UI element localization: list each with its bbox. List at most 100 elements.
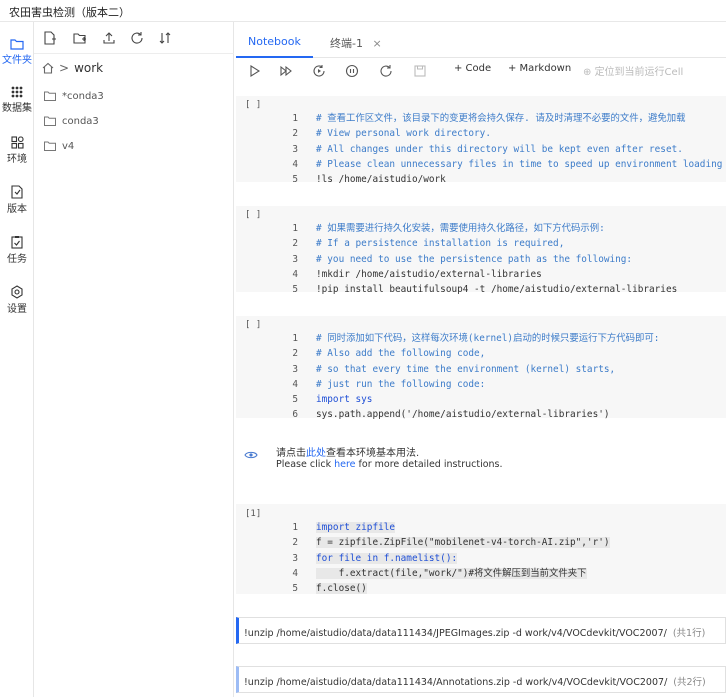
close-icon[interactable]: ×: [372, 37, 381, 50]
save-icon[interactable]: [413, 64, 427, 78]
environment-icon: [10, 136, 24, 149]
nav-label: 文件夹: [2, 55, 32, 66]
nav-label: 数据集: [2, 103, 32, 114]
collapsed-cell[interactable]: !unzip /home/aistudio/data/data111434/An…: [236, 666, 726, 693]
locate-running-cell-button[interactable]: ⊕ 定位到当前运行Cell: [583, 63, 683, 78]
new-folder-icon[interactable]: [73, 31, 87, 45]
code-text: f.extract(file,"work/")#将文件解压到当前文件夹下: [316, 567, 587, 579]
code-line: 3 # All changes under this directory will…: [292, 143, 683, 155]
add-markdown-button[interactable]: + Markdown: [508, 63, 571, 74]
sort-icon[interactable]: [158, 31, 172, 45]
settings-icon: [11, 285, 23, 299]
code-text: !pip install beautifulsoup4 -t /home/ais…: [316, 284, 678, 296]
code-editor[interactable]: 1 # 如果需要进行持久化安装，需要使用持久化路径，如下方代码示例: 2 # If a…: [276, 206, 677, 328]
breadcrumb[interactable]: > work: [42, 58, 103, 78]
nav-version[interactable]: 版本: [0, 177, 34, 223]
code-text: # 查看工作区文件，该目录下的变更将会持久保存. 请及时清理不必要的文件，避免加…: [316, 113, 686, 125]
nav-folder[interactable]: 文件夹: [0, 30, 34, 76]
code-line: 4 !mkdir /home/aistudio/external-librarie…: [292, 268, 542, 280]
locate-label: 定位到当前运行Cell: [594, 67, 684, 78]
file-item-label: conda3: [62, 115, 99, 127]
version-icon: [11, 185, 23, 199]
new-file-icon[interactable]: [43, 31, 57, 45]
code-editor[interactable]: 1 import zipfile 2 f = zipfile.ZipFile("mob…: [276, 505, 610, 627]
run-all-icon[interactable]: [279, 64, 293, 78]
refresh-icon[interactable]: [130, 31, 144, 45]
home-icon[interactable]: [42, 62, 54, 74]
code-line: 4 f.extract(file,"work/")#将文件解压到当前文件夹下: [292, 567, 587, 579]
code-text: import sys: [316, 394, 373, 406]
code-text: # Please clean unnecessary files in time…: [316, 158, 723, 170]
code-cell[interactable]: [ ] 1 # 如果需要进行持久化安装，需要使用持久化路径，如下方代码示例: 2 # …: [236, 206, 726, 295]
breadcrumb-current[interactable]: work: [74, 61, 103, 75]
tab-label: Notebook: [248, 35, 301, 48]
here-link-en[interactable]: here: [334, 459, 355, 470]
upload-icon[interactable]: [102, 31, 116, 45]
nav-dataset[interactable]: 数据集: [0, 78, 34, 124]
nav-environment[interactable]: 环境: [0, 128, 34, 174]
folder-icon: [44, 141, 56, 151]
code-text: # just run the following code:: [316, 378, 486, 390]
code-text: !mkdir /home/aistudio/external-libraries: [316, 268, 542, 280]
code-line: 5 f.close(): [292, 583, 367, 595]
tab-notebook[interactable]: Notebook: [236, 28, 313, 58]
file-item-conda3-modified[interactable]: *conda3: [44, 86, 104, 106]
code-cell[interactable]: [1] 1 import zipfile 2 f = zipfile.ZipFile(…: [236, 504, 726, 595]
code-line: 5 !pip install beautifulsoup4 -t /home/ai…: [292, 284, 678, 296]
folder-icon: [44, 116, 56, 126]
code-editor[interactable]: 1 # 同时添加如下代码，这样每次环境(kernel)启动的时候只要运行下方代码即…: [276, 316, 659, 453]
code-line: 1 import zipfile: [292, 522, 396, 534]
code-line: 4 # Please clean unnecessary files in tim…: [292, 158, 723, 170]
tab-terminal-1[interactable]: 终端-1 ×: [318, 28, 394, 58]
code-text: # so that every time the environment (ke…: [316, 363, 616, 375]
folder-icon: [10, 39, 24, 50]
code-line: 2 # View personal work directory.: [292, 128, 491, 140]
cell-prompt: [ ]: [245, 100, 262, 110]
code-line: 1 # 如果需要进行持久化安装，需要使用持久化路径，如下方代码示例:: [292, 223, 605, 235]
code-text: # 如果需要进行持久化安装，需要使用持久化路径，如下方代码示例:: [316, 223, 605, 235]
code-line: 3 for file in f.namelist():: [292, 552, 458, 564]
file-item-v4[interactable]: v4: [44, 136, 74, 156]
code-line: 4 # just run the following code:: [292, 378, 486, 390]
markdown-line-en: Please click here for more detailed inst…: [276, 459, 503, 470]
code-line: 1 # 同时添加如下代码，这样每次环境(kernel)启动的时候只要运行下方代码即…: [292, 333, 660, 345]
task-icon: [11, 236, 23, 249]
eye-icon[interactable]: [244, 450, 258, 460]
nav-task[interactable]: 任务: [0, 227, 34, 273]
file-item-conda3[interactable]: conda3: [44, 111, 99, 131]
collapsed-cell[interactable]: !unzip /home/aistudio/data/data111434/JP…: [236, 617, 726, 644]
nav-settings[interactable]: 设置: [0, 277, 34, 323]
code-cell[interactable]: [ ] 1 # 查看工作区文件，该目录下的变更将会持久保存. 请及时清理不必要的文…: [236, 96, 726, 185]
nav-label: 任务: [7, 254, 27, 265]
code-line: 2 # If a persistence installation is requ…: [292, 238, 565, 250]
dataset-icon: [11, 86, 23, 98]
here-link-zh[interactable]: 此处: [306, 448, 326, 459]
breadcrumb-separator: >: [59, 61, 70, 75]
cell-command: !unzip /home/aistudio/data/data111434/JP…: [244, 628, 667, 639]
file-panel: > work *conda3 conda3 v4: [34, 22, 234, 697]
code-line: 6 sys.path.append('/home/aistudio/externa…: [292, 409, 610, 421]
add-code-button[interactable]: + Code: [454, 63, 491, 74]
markdown-cell[interactable]: 请点击此处查看本环境基本用法. Please click here for mo…: [236, 440, 726, 478]
code-line: 2 # Also add the following code,: [292, 348, 486, 360]
cell-prompt: [ ]: [245, 320, 262, 330]
code-cell[interactable]: [ ] 1 # 同时添加如下代码，这样每次环境(kernel)启动的时候只要运行下…: [236, 316, 726, 420]
line-count: (共1行): [672, 628, 706, 639]
folder-icon: [44, 91, 56, 101]
restart-run-icon[interactable]: [312, 64, 326, 78]
code-line: 5 !ls /home/aistudio/work: [292, 174, 446, 186]
restart-kernel-icon[interactable]: [379, 64, 393, 78]
code-text: sys.path.append('/home/aistudio/external…: [316, 409, 610, 421]
tab-label: 终端-1: [330, 37, 363, 50]
locate-icon: ⊕: [583, 67, 595, 78]
code-text: # Also add the following code,: [316, 348, 486, 360]
code-text: # you need to use the persistence path a…: [316, 253, 633, 265]
code-text: import zipfile: [316, 522, 396, 534]
interrupt-icon[interactable]: [345, 64, 359, 78]
run-icon[interactable]: [247, 64, 261, 78]
code-editor[interactable]: 1 # 查看工作区文件，该目录下的变更将会持久保存. 请及时清理不必要的文件，避免…: [276, 96, 722, 218]
window-title: 农田害虫检测（版本二）: [0, 0, 726, 22]
code-line: 3 # so that every time the environment (k…: [292, 363, 616, 375]
cell-prompt: [ ]: [245, 210, 262, 220]
code-line: 3 # you need to use the persistence path …: [292, 253, 633, 265]
